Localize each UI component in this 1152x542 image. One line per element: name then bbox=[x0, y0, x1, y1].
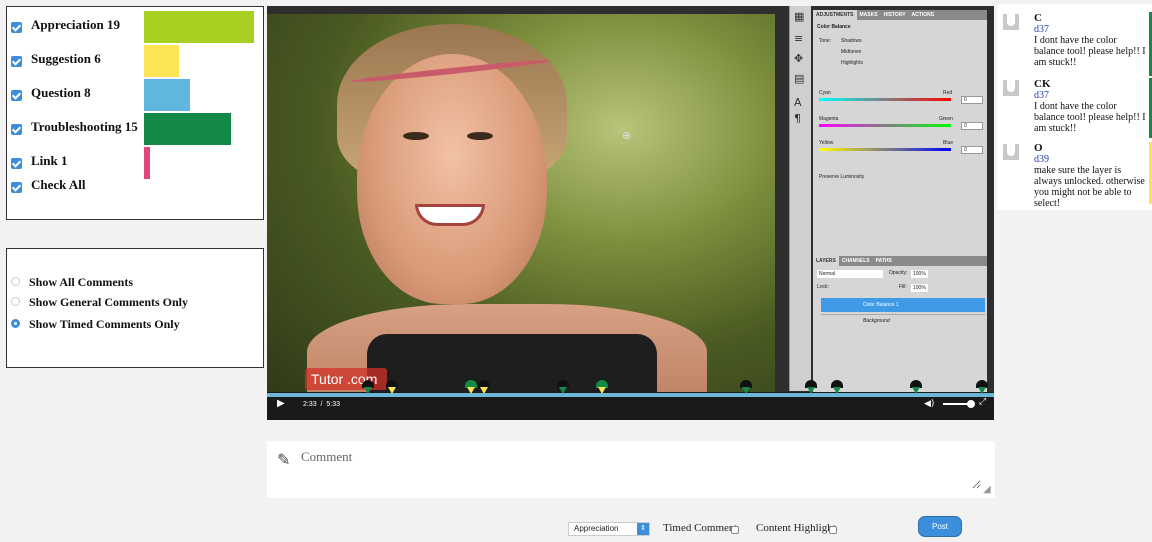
comment-marker[interactable] bbox=[976, 380, 988, 394]
photoshop-toolbar: ▦ ≡ ✥ ▤ A ¶ bbox=[789, 6, 811, 391]
layers-tabs: LAYERS CHANNELS PATHS bbox=[813, 256, 987, 266]
avatar bbox=[1003, 80, 1019, 96]
check-all-label: Check All bbox=[31, 177, 86, 192]
avatar bbox=[1003, 14, 1019, 30]
content-highlight-checkbox[interactable] bbox=[829, 526, 837, 534]
comment-author: C bbox=[1034, 12, 1042, 24]
filter-row[interactable]: Suggestion 6 bbox=[7, 45, 263, 79]
filter-checkbox[interactable] bbox=[11, 22, 22, 33]
filter-panel: Appreciation 19 Suggestion 6 Question 8 Tro… bbox=[6, 6, 264, 220]
volume-knob[interactable] bbox=[967, 400, 975, 408]
comment-text: I dont have the color balance tool! plea… bbox=[1034, 35, 1146, 68]
filter-label: Link 1 bbox=[31, 153, 68, 168]
comment-item[interactable]: CK d37 I dont have the color balance too… bbox=[997, 78, 1152, 142]
comment-marker[interactable] bbox=[386, 380, 398, 394]
comment-text: make sure the layer is always unlocked. … bbox=[1034, 165, 1145, 209]
post-button[interactable]: Post bbox=[918, 516, 962, 537]
comment-user-link[interactable]: d37 bbox=[1034, 90, 1049, 101]
filter-checkbox[interactable] bbox=[11, 56, 22, 67]
filter-label: Troubleshooting 15 bbox=[31, 119, 138, 134]
comment-marker[interactable] bbox=[465, 380, 477, 394]
filter-checkbox[interactable] bbox=[11, 158, 22, 169]
progress-bar[interactable] bbox=[267, 393, 994, 397]
comment-marker[interactable] bbox=[805, 380, 817, 394]
video-frame: ⊕ Tutor .com bbox=[267, 14, 775, 396]
radio-show-general[interactable] bbox=[11, 297, 20, 306]
comment-author: CK bbox=[1034, 78, 1051, 90]
pencil-icon: ✎ bbox=[277, 450, 291, 469]
comment-marker[interactable] bbox=[740, 380, 752, 394]
radio-show-all[interactable] bbox=[11, 277, 20, 286]
filter-label: Suggestion 6 bbox=[31, 51, 101, 66]
radio-show-timed[interactable] bbox=[11, 319, 20, 328]
fullscreen-icon[interactable]: ⤢ bbox=[979, 397, 986, 407]
comment-input[interactable] bbox=[301, 449, 981, 489]
comment-user-link[interactable]: d39 bbox=[1034, 154, 1049, 165]
crosshair-icon: ⊕ bbox=[622, 129, 632, 142]
comment-marker[interactable] bbox=[557, 380, 569, 394]
filter-count-bar bbox=[144, 45, 179, 77]
radio-label-show-all: Show All Comments bbox=[29, 275, 134, 289]
photoshop-panels: ADJUSTMENTS MASKS HISTORY ACTIONS Color Bal… bbox=[813, 10, 987, 392]
resize-handle-icon[interactable]: ◢ bbox=[983, 484, 991, 495]
comment-text: I dont have the color balance tool! plea… bbox=[1034, 101, 1146, 134]
filter-count-bar bbox=[144, 113, 231, 145]
comment-marker[interactable] bbox=[596, 380, 608, 394]
comments-sidebar: C d37 I dont have the color balance tool… bbox=[997, 4, 1152, 210]
filter-row[interactable]: Troubleshooting 15 bbox=[7, 113, 263, 147]
timed-comment-label: Timed Comment bbox=[663, 522, 738, 534]
filter-row[interactable]: Appreciation 19 bbox=[7, 11, 263, 45]
filter-count-bar bbox=[144, 79, 190, 111]
filter-count-bar bbox=[144, 11, 254, 43]
filter-row[interactable]: Question 8 bbox=[7, 79, 263, 113]
check-all-checkbox[interactable] bbox=[11, 182, 22, 193]
comment-type-select[interactable]: Appreciation ⇕ bbox=[568, 522, 650, 536]
comment-marker[interactable] bbox=[478, 380, 490, 394]
filter-label: Appreciation 19 bbox=[31, 17, 120, 32]
comment-item[interactable]: C d37 I dont have the color balance tool… bbox=[997, 12, 1152, 78]
timed-comment-checkbox[interactable] bbox=[731, 526, 739, 534]
watermark: Tutor .com bbox=[305, 368, 388, 390]
filter-label: Question 8 bbox=[31, 85, 91, 100]
content-highlight-label: Content Highlight bbox=[756, 522, 836, 534]
comment-author: O bbox=[1034, 142, 1043, 154]
chevron-updown-icon: ⇕ bbox=[637, 523, 649, 535]
comment-mode-panel: Show All Comments Show General Comments … bbox=[6, 248, 264, 368]
comment-type-value: Appreciation bbox=[574, 524, 619, 533]
video-player[interactable]: ⊕ Tutor .com ▦ ≡ ✥ ▤ A ¶ ADJUSTMENTS MASK… bbox=[267, 6, 994, 420]
comment-user-link[interactable]: d37 bbox=[1034, 24, 1049, 35]
comment-marker[interactable] bbox=[910, 380, 922, 394]
radio-label-show-general: Show General Comments Only bbox=[29, 295, 188, 309]
comment-item[interactable]: O d39 make sure the layer is always unlo… bbox=[997, 142, 1152, 209]
play-icon[interactable]: ▶ bbox=[277, 398, 285, 409]
comment-marker[interactable] bbox=[362, 380, 374, 394]
time-display: 2:33 / 5:33 bbox=[303, 401, 340, 408]
radio-label-show-timed: Show Timed Comments Only bbox=[29, 317, 180, 331]
filter-checkbox[interactable] bbox=[11, 90, 22, 101]
volume-icon[interactable]: ◀) bbox=[924, 399, 934, 409]
comment-marker[interactable] bbox=[831, 380, 843, 394]
adjustments-tabs: ADJUSTMENTS MASKS HISTORY ACTIONS bbox=[813, 10, 987, 20]
comment-composer: ✎ ◢ bbox=[267, 441, 995, 498]
avatar bbox=[1003, 144, 1019, 160]
check-all-row[interactable]: Check All bbox=[7, 171, 263, 205]
filter-checkbox[interactable] bbox=[11, 124, 22, 135]
